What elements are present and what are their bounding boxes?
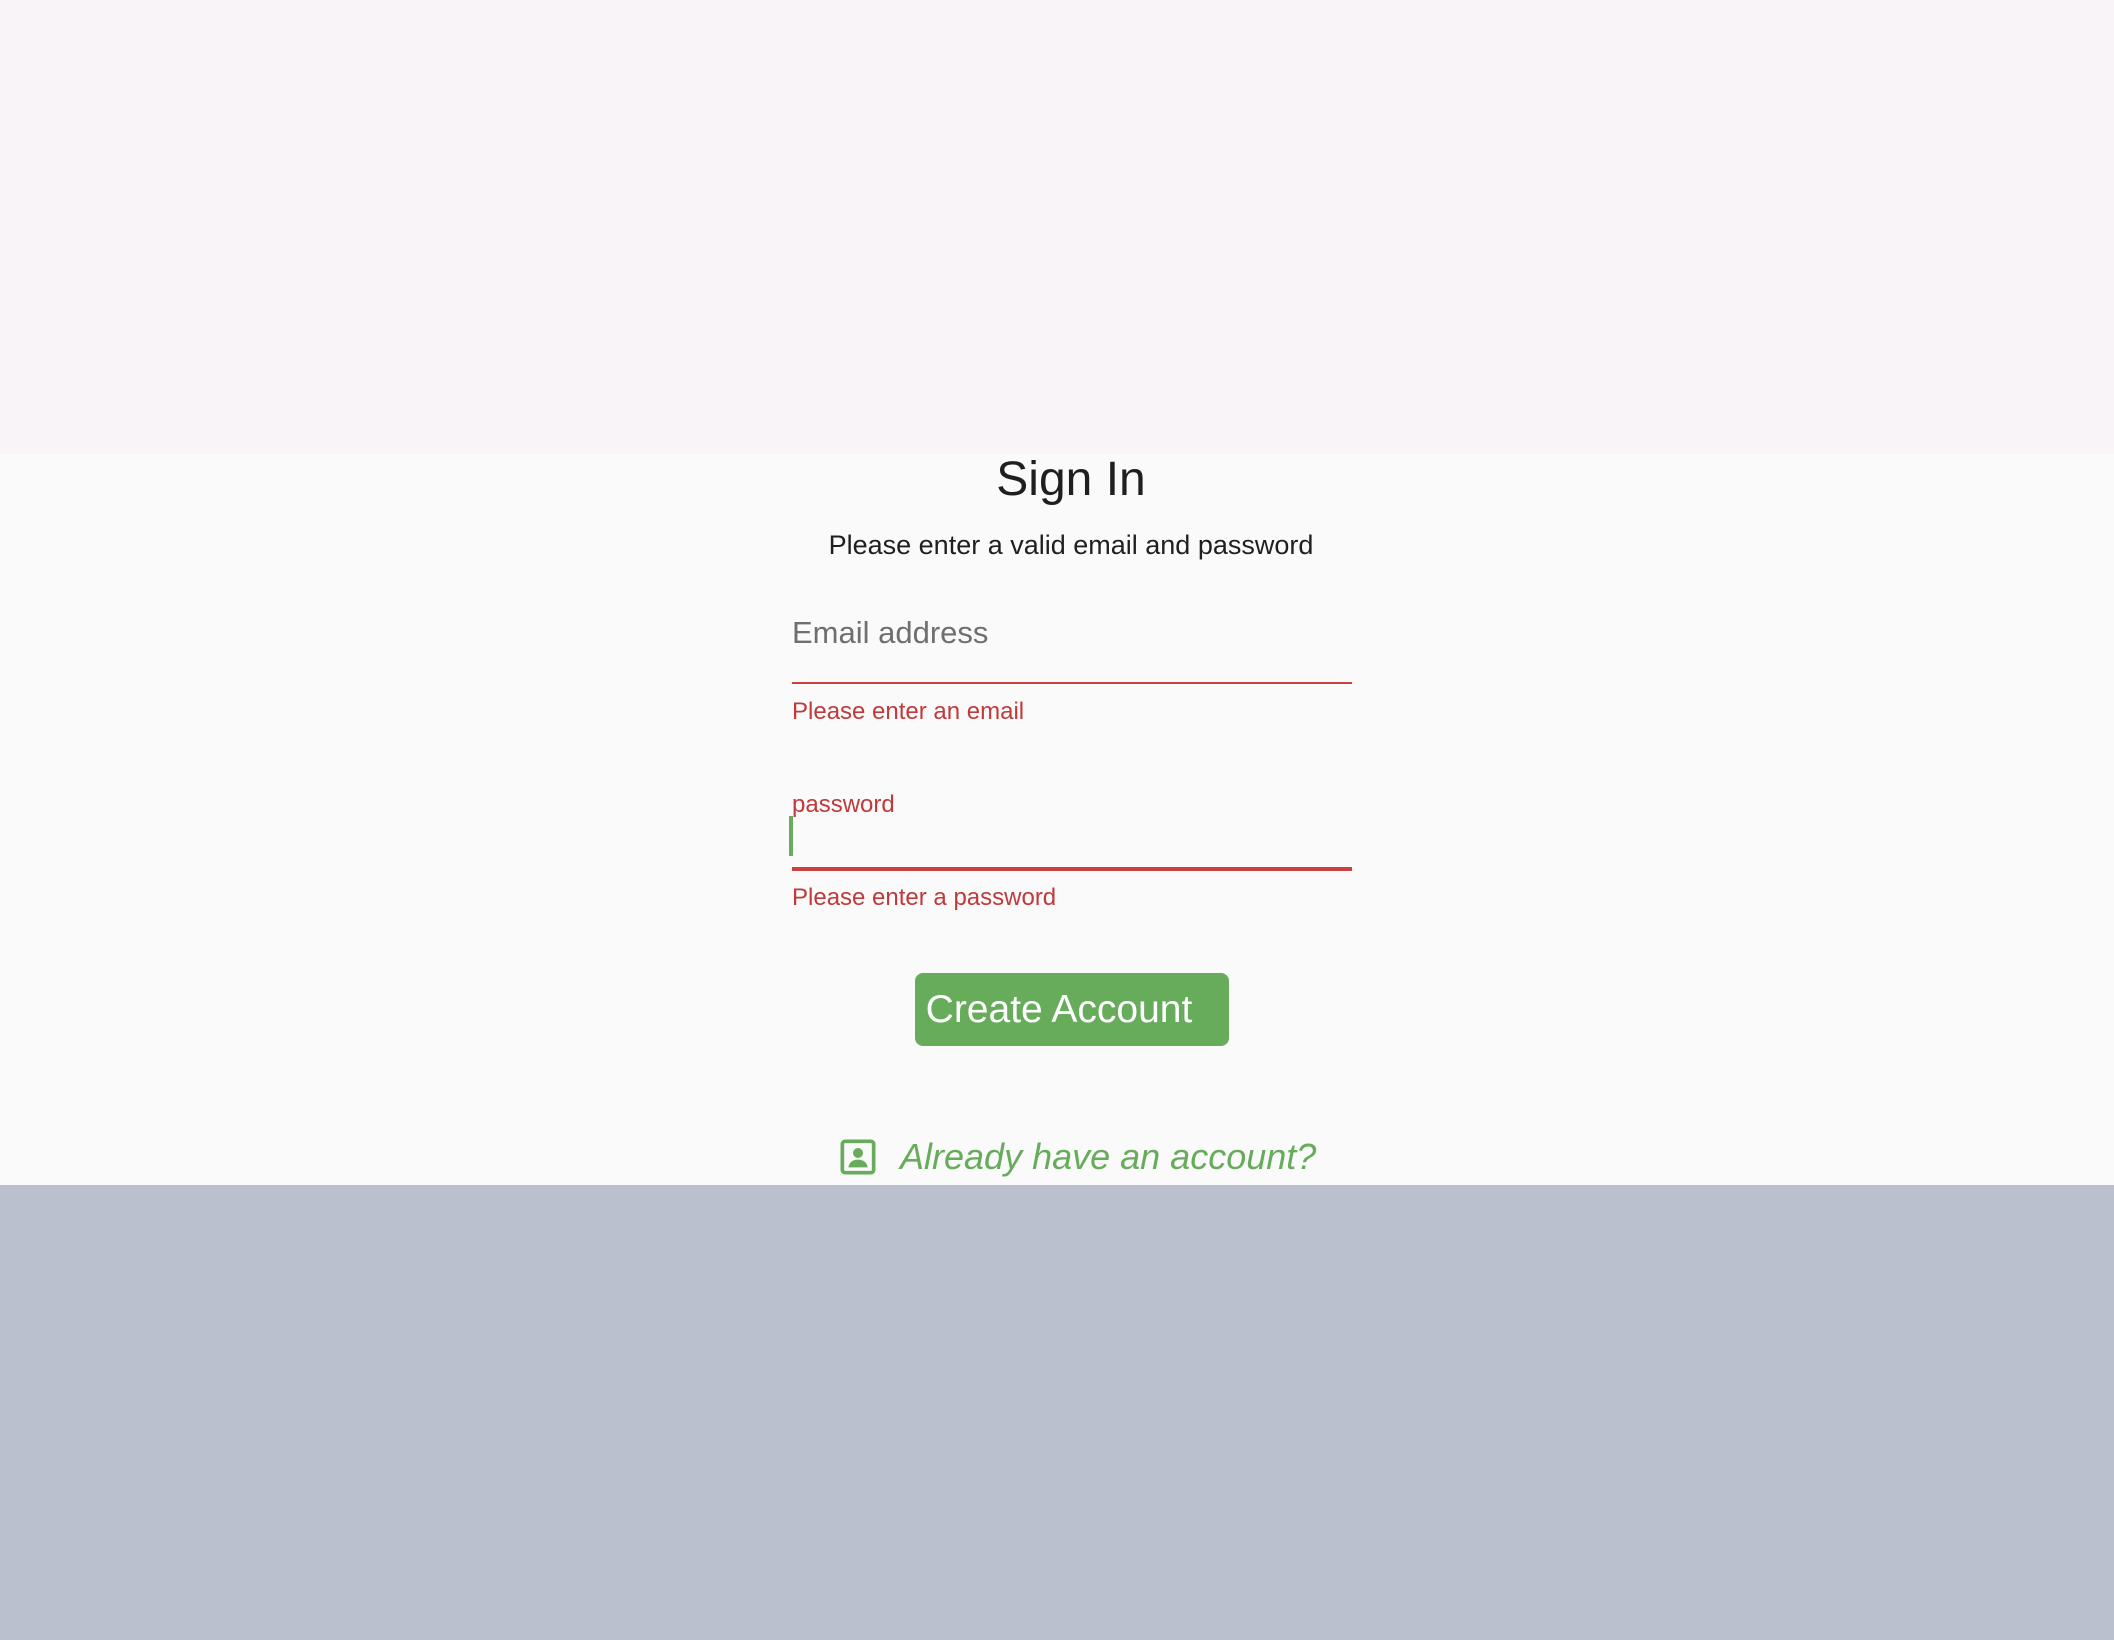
password-label: password <box>792 791 895 818</box>
password-field-underline <box>792 867 1352 871</box>
create-account-button[interactable]: Create Account <box>915 973 1229 1046</box>
email-field-underline <box>792 682 1352 684</box>
text-caret <box>789 816 793 856</box>
already-have-account-link[interactable]: Already have an account? <box>838 1132 1316 1182</box>
email-error-text: Please enter an email <box>792 698 1025 725</box>
bottom-background <box>0 1185 2114 1640</box>
top-background <box>0 0 2114 453</box>
password-field[interactable] <box>792 818 1352 868</box>
already-have-account-label: Already have an account? <box>900 1136 1317 1177</box>
password-error-text: Please enter a password <box>792 884 1057 911</box>
email-field[interactable] <box>792 606 1352 682</box>
account-box-icon <box>840 1139 876 1175</box>
page-title: Sign In <box>996 453 1146 506</box>
page-subtitle: Please enter a valid email and password <box>828 530 1314 560</box>
